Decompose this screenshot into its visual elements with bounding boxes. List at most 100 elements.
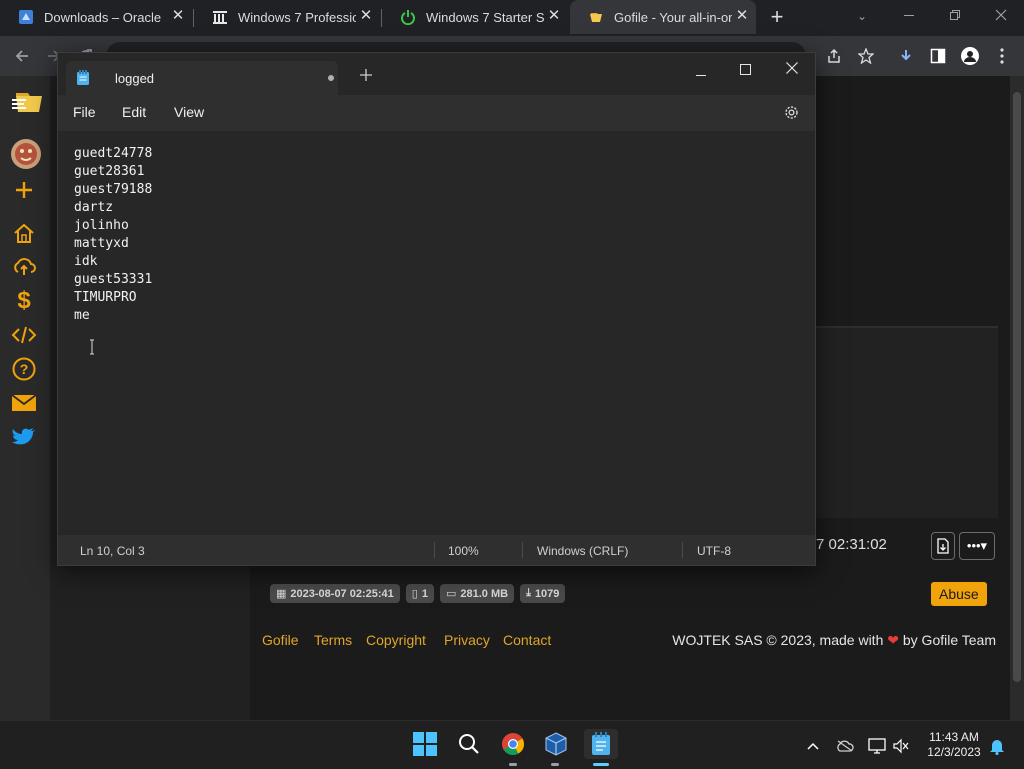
- browser-tab-strip: Downloads – Oracle VM VirtualBox ✕ Windo…: [0, 0, 1024, 36]
- tab-label: Windows 7 Starter SP1: [426, 9, 544, 25]
- onedrive-icon[interactable]: [836, 737, 854, 755]
- line-ending[interactable]: Windows (CRLF): [537, 544, 628, 558]
- browser-tab-gofile[interactable]: Gofile - Your all-in-one storage solutio…: [570, 0, 756, 34]
- notepad-taskbar-icon[interactable]: [584, 729, 618, 759]
- heart-icon: ❤: [887, 632, 899, 648]
- gofile-logo-icon[interactable]: [12, 88, 46, 114]
- footer-link-privacy[interactable]: Privacy: [444, 632, 490, 648]
- minimize-button[interactable]: [886, 0, 932, 30]
- text-line: me: [74, 308, 90, 323]
- kebab-menu-icon[interactable]: [992, 46, 1012, 66]
- footer-link-copyright[interactable]: Copyright: [366, 632, 426, 648]
- mail-icon[interactable]: [10, 389, 38, 417]
- chrome-icon[interactable]: [498, 729, 528, 759]
- running-indicator: [509, 763, 517, 766]
- bookmark-star-icon[interactable]: [856, 46, 876, 66]
- notepad-tab[interactable]: logged: [66, 61, 338, 95]
- cloud-upload-icon[interactable]: [10, 252, 38, 280]
- file-download-icon: [937, 538, 949, 554]
- text-line: jolinho: [74, 218, 129, 233]
- virtualbox-icon: [18, 9, 34, 25]
- notification-bell-icon[interactable]: [988, 737, 1006, 755]
- maximize-icon[interactable]: [740, 62, 751, 80]
- minimize-icon[interactable]: [696, 67, 706, 85]
- text-cursor-icon: [89, 339, 94, 355]
- close-window-button[interactable]: [978, 0, 1024, 30]
- scrollbar-thumb[interactable]: [1013, 92, 1021, 682]
- downloads-icon[interactable]: [896, 46, 916, 66]
- network-icon[interactable]: [868, 737, 886, 755]
- calendar-icon: ▦: [276, 588, 287, 600]
- status-divider: [682, 542, 683, 558]
- cursor-position: Ln 10, Col 3: [80, 544, 145, 558]
- text-line: guedt24778: [74, 146, 153, 161]
- browser-tab-win7-professional[interactable]: Windows 7 Professional ✕: [194, 0, 380, 34]
- notepad-window: logged File Edit View guedt24778 guet283…: [57, 52, 816, 566]
- volume-muted-icon[interactable]: [892, 737, 910, 755]
- close-icon[interactable]: [786, 61, 798, 79]
- footer-link-terms[interactable]: Terms: [314, 632, 352, 648]
- text-line: guest53331: [74, 272, 153, 287]
- running-indicator: [551, 763, 559, 766]
- profile-icon[interactable]: [960, 46, 980, 66]
- more-dots-icon: •••▾: [966, 538, 988, 553]
- home-icon[interactable]: [10, 219, 38, 247]
- menu-view[interactable]: View: [174, 104, 204, 120]
- tab-label: Downloads – Oracle VM VirtualBox: [44, 9, 162, 25]
- code-icon[interactable]: [10, 321, 38, 349]
- archive-org-icon: [212, 9, 228, 25]
- notepad-icon: [76, 70, 90, 91]
- menu-edit[interactable]: Edit: [122, 104, 146, 120]
- file-count-badge: ▯ 1: [405, 584, 434, 603]
- download-file-button[interactable]: [931, 532, 955, 560]
- virtualbox-taskbar-icon[interactable]: [541, 729, 571, 759]
- menu-file[interactable]: File: [73, 104, 96, 120]
- back-arrow-icon[interactable]: [12, 46, 32, 66]
- file-date: 7 02:31:02: [816, 536, 887, 553]
- svg-text:?: ?: [20, 361, 29, 377]
- browser-tab-virtualbox[interactable]: Downloads – Oracle VM VirtualBox ✕: [0, 0, 192, 34]
- add-icon[interactable]: [10, 176, 38, 204]
- footer-link-contact[interactable]: Contact: [503, 632, 551, 648]
- browser-tab-win7-starter[interactable]: Windows 7 Starter SP1 ✕: [382, 0, 568, 34]
- dollar-icon[interactable]: $: [10, 287, 38, 315]
- power-icon: [400, 9, 416, 25]
- restore-button[interactable]: [932, 0, 978, 30]
- side-panel-icon[interactable]: [928, 46, 948, 66]
- chevron-up-icon[interactable]: [804, 737, 822, 755]
- abuse-button[interactable]: Abuse: [931, 582, 987, 606]
- taskbar: 11:43 AM 12/3/2023: [0, 720, 1024, 769]
- active-indicator: [593, 763, 609, 766]
- share-icon[interactable]: [824, 46, 844, 66]
- more-options-button[interactable]: •••▾: [959, 532, 995, 560]
- text-line: TIMURPRO: [74, 290, 137, 305]
- close-icon[interactable]: ✕: [546, 8, 562, 24]
- footer-link-gofile[interactable]: Gofile: [262, 632, 299, 648]
- copyright-text: WOJTEK SAS © 2023, made with ❤ by Gofile…: [672, 632, 996, 648]
- help-icon[interactable]: ?: [10, 355, 38, 383]
- search-icon[interactable]: [454, 729, 484, 759]
- encoding[interactable]: UTF-8: [697, 544, 731, 558]
- download-icon: ⤓: [526, 587, 531, 599]
- close-icon[interactable]: ✕: [734, 8, 750, 24]
- tab-search-icon[interactable]: ⌄: [852, 6, 872, 26]
- close-icon[interactable]: ✕: [358, 8, 374, 24]
- tab-label: Windows 7 Professional: [238, 9, 356, 25]
- avatar[interactable]: [10, 138, 42, 170]
- settings-gear-icon[interactable]: [783, 104, 800, 126]
- new-tab-button[interactable]: +: [764, 4, 790, 30]
- notepad-text-area[interactable]: guedt24778 guet28361 guest79188 dartz jo…: [58, 131, 815, 535]
- twitter-icon[interactable]: [10, 423, 38, 451]
- tab-label: Gofile - Your all-in-one storage solutio…: [614, 9, 732, 25]
- system-clock[interactable]: 11:43 AM 12/3/2023: [922, 730, 986, 760]
- status-divider: [522, 542, 523, 558]
- unsaved-dot-icon: [328, 75, 334, 81]
- text-line: guet28361: [74, 164, 145, 179]
- new-tab-icon[interactable]: [360, 68, 372, 86]
- windows-start-icon[interactable]: [410, 729, 440, 759]
- close-icon[interactable]: ✕: [170, 8, 186, 24]
- text-line: dartz: [74, 200, 114, 215]
- notepad-status-bar: Ln 10, Col 3 100% Windows (CRLF) UTF-8: [58, 535, 815, 565]
- zoom-level[interactable]: 100%: [448, 544, 479, 558]
- downloads-badge: ⤓ 1079: [520, 584, 566, 603]
